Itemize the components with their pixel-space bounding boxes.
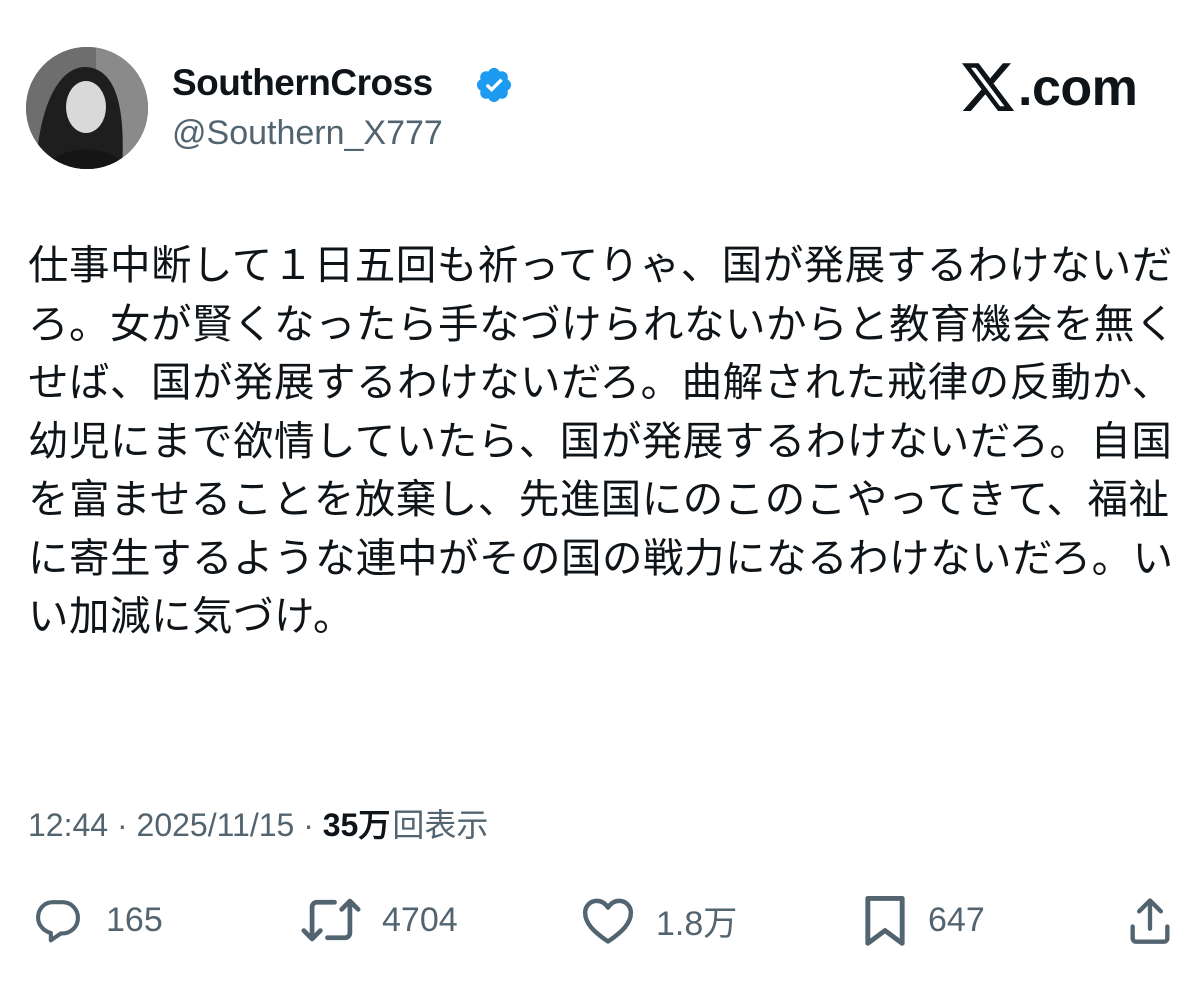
avatar[interactable] — [26, 47, 148, 169]
tweet-meta: 12:44 · 2025/11/15 · 35万 回表示 — [28, 800, 488, 846]
tweet-time[interactable]: 12:44 — [28, 807, 108, 844]
reply-count: 165 — [106, 900, 163, 939]
repost-icon — [300, 894, 362, 946]
verified-badge-icon — [474, 65, 514, 105]
like-button[interactable]: 1.8万 — [580, 880, 737, 960]
like-count: 1.8万 — [656, 904, 738, 943]
brand-logo: .com — [962, 56, 1138, 120]
tweet-text: 仕事中断して１日五回も祈ってりゃ、国が発展するわけないだろ。女が賢くなったら手な… — [28, 241, 1176, 640]
bookmark-icon — [862, 893, 908, 947]
share-icon — [1128, 894, 1172, 946]
views-count: 35万 — [322, 807, 391, 843]
brand-text: .com — [1018, 59, 1138, 117]
reply-icon — [30, 894, 86, 946]
bookmark-button[interactable]: 647 — [862, 880, 985, 960]
action-bar: 165 4704 1.8万 647 — [0, 880, 1200, 960]
tweet-date[interactable]: 2025/11/15 — [137, 807, 295, 844]
tweet-header: SouthernCross @Southern_X777 .com — [0, 0, 1200, 180]
author-handle[interactable]: @Southern_X777 — [172, 114, 443, 153]
like-icon — [580, 894, 636, 946]
bookmark-count: 647 — [928, 900, 985, 939]
views-label: 回表示 — [392, 807, 489, 843]
display-name[interactable]: SouthernCross — [172, 62, 433, 104]
repost-count: 4704 — [382, 900, 458, 939]
meta-separator: · — [108, 807, 137, 843]
x-logo-icon — [962, 63, 1016, 113]
reply-button[interactable]: 165 — [30, 880, 163, 960]
repost-button[interactable]: 4704 — [300, 880, 458, 960]
meta-separator: · — [294, 807, 323, 843]
share-button[interactable] — [1128, 880, 1172, 960]
